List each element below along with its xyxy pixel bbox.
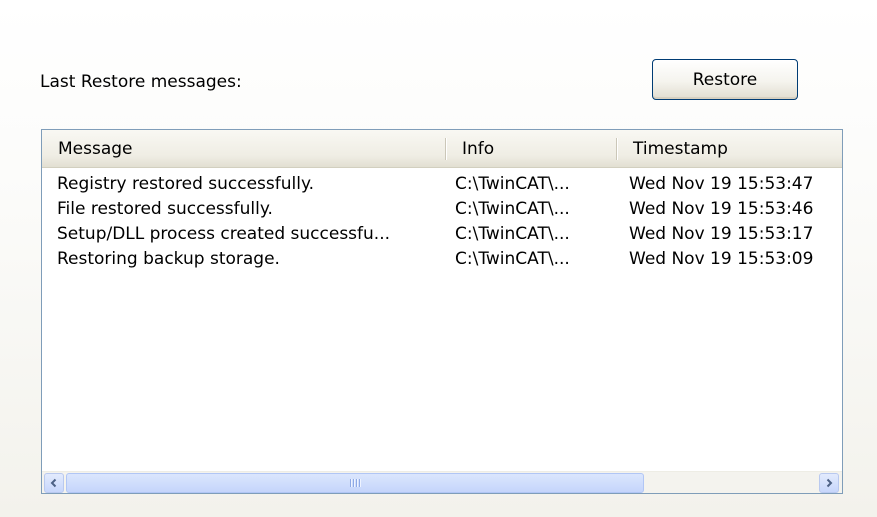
restore-messages-list[interactable]: Message Info Timestamp Registry restored…: [41, 129, 843, 494]
list-row[interactable]: Restoring backup storage. C:\TwinCAT\...…: [42, 247, 842, 272]
column-header-message[interactable]: Message: [42, 130, 442, 167]
restore-button[interactable]: Restore: [652, 59, 798, 100]
timestamp-cell: Wed Nov 19 15:53:47: [629, 174, 814, 194]
info-cell: C:\TwinCAT\...: [455, 224, 570, 244]
column-header-timestamp[interactable]: Timestamp: [617, 130, 842, 167]
timestamp-cell: Wed Nov 19 15:53:46: [629, 199, 814, 219]
scroll-thumb-grip-icon: [350, 479, 360, 487]
chevron-right-icon: [826, 478, 833, 488]
message-cell: Setup/DLL process created successfu...: [57, 224, 391, 244]
info-cell: C:\TwinCAT\...: [455, 249, 570, 269]
list-row[interactable]: Registry restored successfully. C:\TwinC…: [42, 172, 842, 197]
horizontal-scrollbar[interactable]: [42, 471, 842, 493]
message-cell: Restoring backup storage.: [57, 249, 280, 269]
info-cell: C:\TwinCAT\...: [455, 174, 570, 194]
message-cell: Registry restored successfully.: [57, 174, 315, 194]
column-header-info[interactable]: Info: [446, 130, 616, 167]
list-rows: Registry restored successfully. C:\TwinC…: [42, 172, 842, 272]
list-row[interactable]: Setup/DLL process created successfu... C…: [42, 222, 842, 247]
last-restore-messages-label: Last Restore messages:: [40, 72, 242, 92]
timestamp-cell: Wed Nov 19 15:53:09: [629, 249, 814, 269]
scroll-left-arrow-icon[interactable]: [44, 473, 64, 493]
message-cell: File restored successfully.: [57, 199, 273, 219]
scroll-right-arrow-icon[interactable]: [819, 473, 839, 493]
info-cell: C:\TwinCAT\...: [455, 199, 570, 219]
list-header: Message Info Timestamp: [42, 130, 842, 168]
scroll-thumb[interactable]: [66, 473, 644, 493]
timestamp-cell: Wed Nov 19 15:53:17: [629, 224, 814, 244]
restore-panel: Last Restore messages: Restore Message I…: [0, 0, 877, 517]
list-row[interactable]: File restored successfully. C:\TwinCAT\.…: [42, 197, 842, 222]
chevron-left-icon: [50, 478, 57, 488]
